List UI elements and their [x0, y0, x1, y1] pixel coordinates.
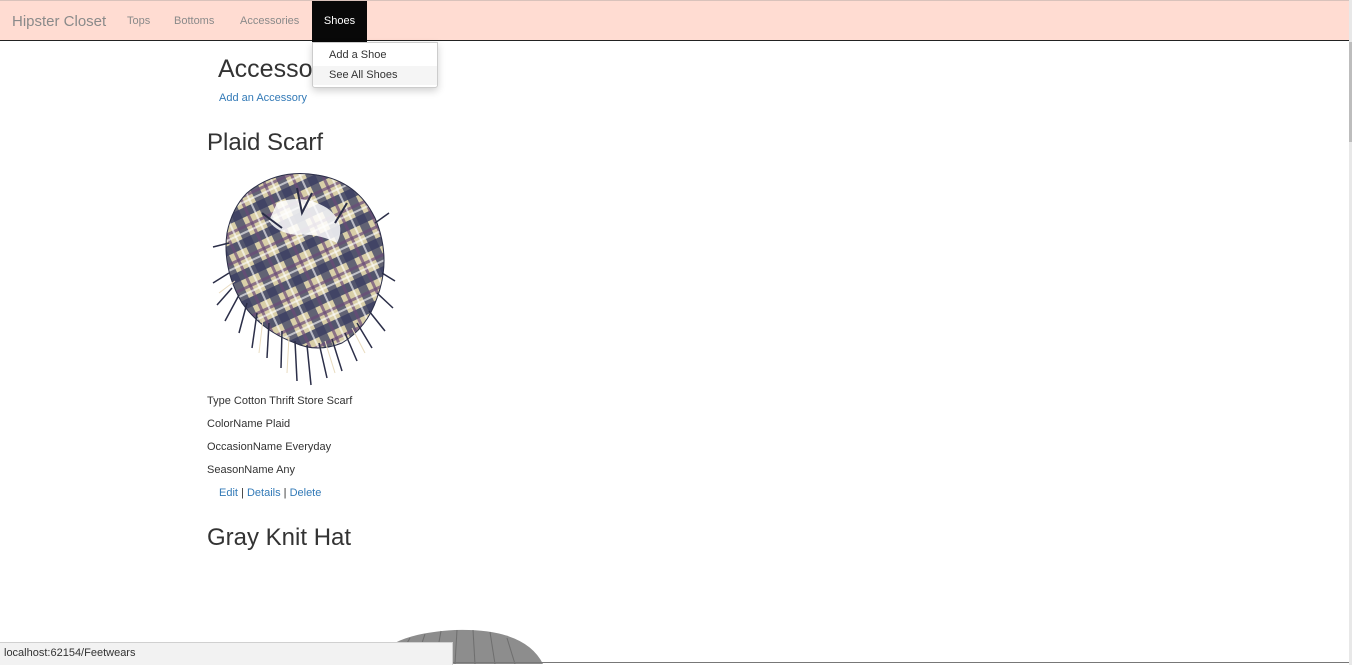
nav-link-tops[interactable]: Tops [127, 15, 150, 27]
item-title: Gray Knit Hat [207, 524, 352, 551]
details-link[interactable]: Details [247, 487, 281, 499]
separator: | [283, 487, 287, 499]
plaid-scarf-image [207, 163, 397, 393]
delete-link[interactable]: Delete [290, 487, 322, 499]
item-actions: Edit | Details | Delete [219, 487, 321, 499]
separator: | [241, 487, 244, 499]
edit-link[interactable]: Edit [219, 487, 238, 499]
item-title: Plaid Scarf [207, 129, 324, 156]
item-occasion: OccasionName Everyday [207, 441, 332, 453]
nav-link-shoes[interactable]: Shoes [312, 1, 367, 42]
item-season: SeasonName Any [207, 464, 296, 476]
navbar: Hipster Closet Tops Bottoms Accessories … [0, 0, 1349, 42]
nav-link-bottoms[interactable]: Bottoms [174, 15, 214, 27]
add-accessory-link[interactable]: Add an Accessory [219, 92, 307, 104]
shoes-dropdown-menu: Add a Shoe See All Shoes [312, 42, 438, 88]
menu-item-add-shoe[interactable]: Add a Shoe [313, 46, 437, 65]
status-bar-url: localhost:62154/Feetwears [0, 642, 453, 665]
item-color: ColorName Plaid [207, 418, 291, 430]
item-type: Type Cotton Thrift Store Scarf [207, 395, 353, 407]
brand-link[interactable]: Hipster Closet [12, 13, 106, 30]
nav-link-accessories[interactable]: Accessories [240, 15, 299, 27]
menu-item-see-all-shoes[interactable]: See All Shoes [313, 66, 437, 85]
